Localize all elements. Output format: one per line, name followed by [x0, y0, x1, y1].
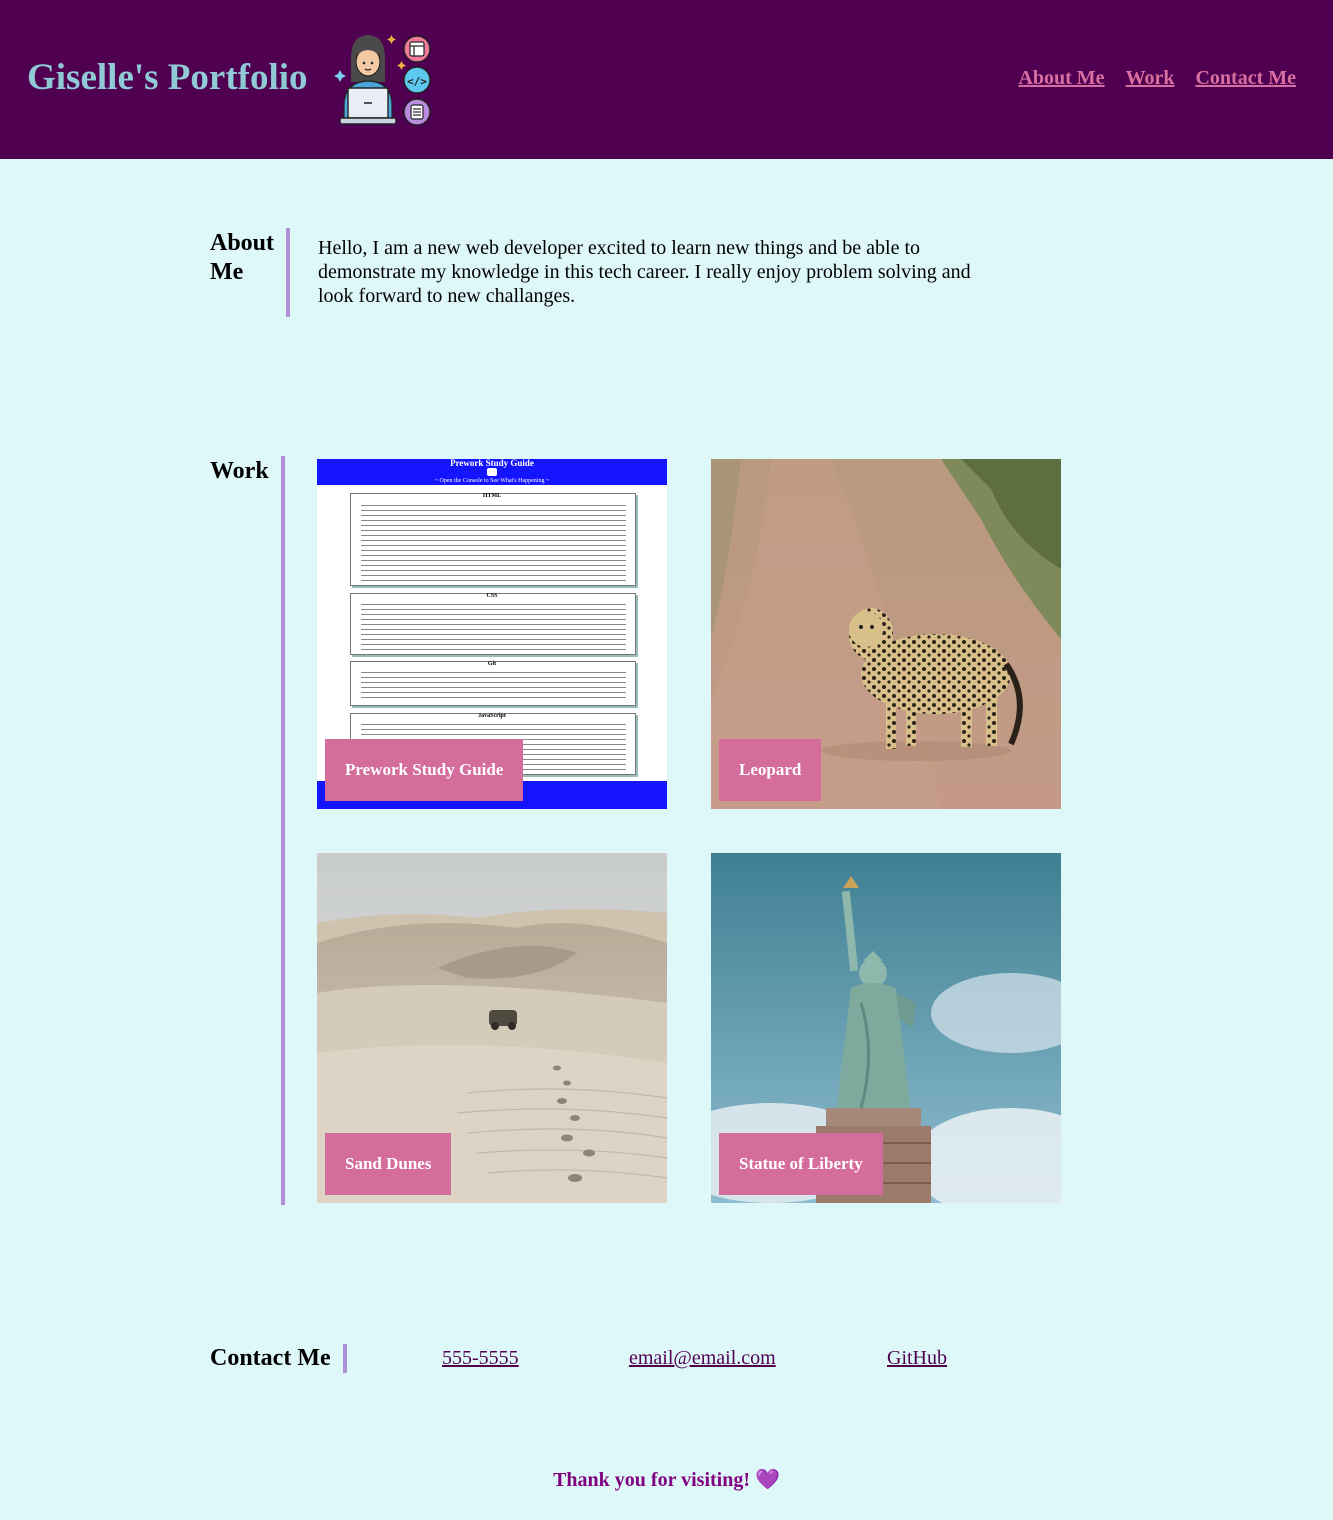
nav-link-contact[interactable]: Contact Me: [1195, 66, 1296, 90]
contact-heading: Contact Me: [210, 1345, 331, 1371]
work-caption: Prework Study Guide: [325, 739, 524, 801]
work-caption: Statue of Liberty: [719, 1133, 883, 1195]
svg-text:</>: </>: [407, 75, 427, 88]
study-guide-section-javascript: JavaScript: [478, 713, 506, 719]
work-card-leopard[interactable]: Leopard: [711, 459, 1061, 809]
contact-github-link[interactable]: GitHub: [887, 1346, 947, 1370]
about-heading: About Me: [210, 230, 275, 285]
nav-link-about[interactable]: About Me: [1018, 66, 1104, 90]
study-guide-subtitle: ~ Open the Console to See What's Happeni…: [434, 478, 550, 484]
work-card-statue-of-liberty[interactable]: Statue of Liberty: [711, 853, 1061, 1203]
footer-thanks: Thank you for visiting! 💜: [553, 1469, 780, 1491]
work-caption: Leopard: [719, 739, 822, 801]
contact-phone-link[interactable]: 555-5555: [442, 1346, 519, 1370]
work-divider: [281, 456, 285, 1205]
work-caption: Sand Dunes: [325, 1133, 452, 1195]
study-guide-section-git: Git: [487, 661, 497, 667]
nav-link-work[interactable]: Work: [1126, 66, 1175, 90]
study-guide-section-css: CSS: [486, 593, 498, 599]
site-header: Giselle's Portfolio </> About Me Work Co…: [0, 0, 1333, 159]
contact-divider: [343, 1344, 347, 1373]
developer-avatar-icon: </>: [334, 35, 431, 126]
study-guide-section-html: HTML: [482, 493, 502, 499]
contact-email-link[interactable]: email@email.com: [629, 1346, 776, 1370]
study-guide-title: Prework Study Guide: [450, 459, 534, 468]
about-divider: [286, 228, 290, 317]
about-text: Hello, I am a new web developer excited …: [318, 237, 971, 307]
work-card-sand-dunes[interactable]: Sand Dunes: [317, 853, 667, 1203]
work-heading: Work: [210, 458, 269, 484]
site-title: Giselle's Portfolio: [27, 57, 308, 98]
main-nav: About Me Work Contact Me: [1018, 66, 1296, 90]
work-card-study-guide[interactable]: Prework Study Guide ~ Open the Console t…: [317, 459, 667, 809]
